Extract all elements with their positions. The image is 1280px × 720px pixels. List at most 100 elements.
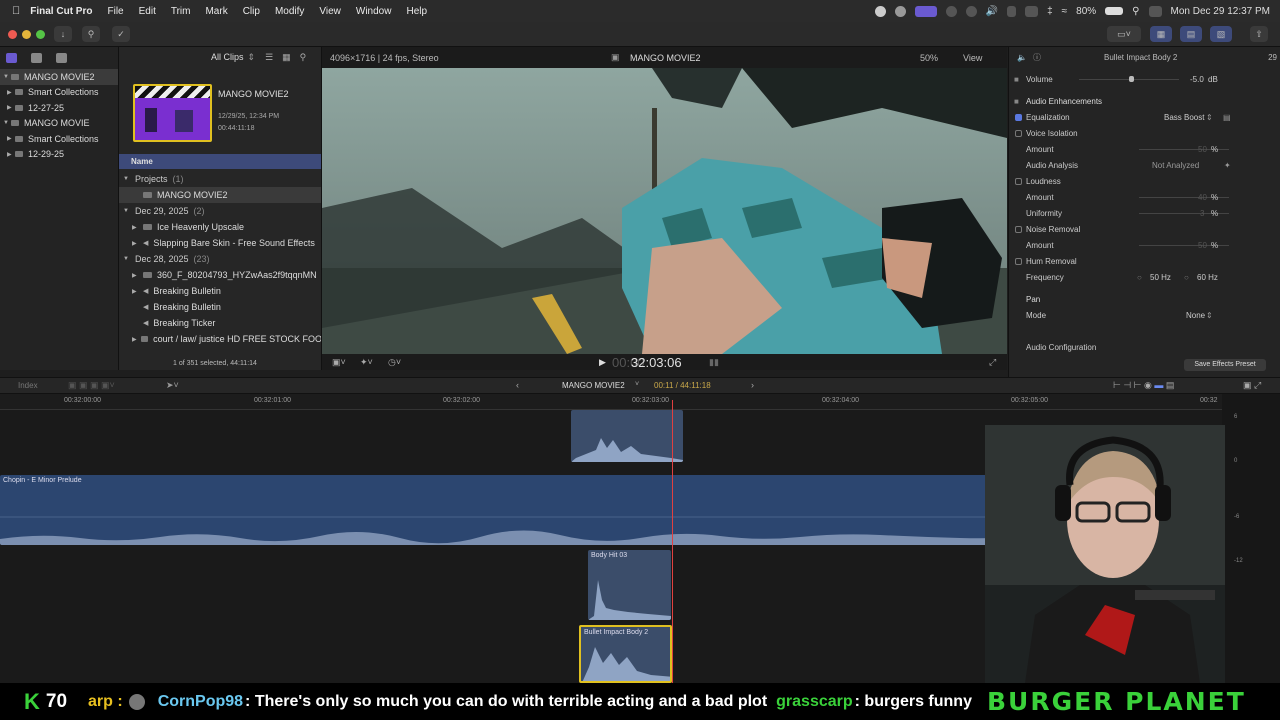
menu-file[interactable]: File [107, 6, 123, 17]
pan-row[interactable]: Pan [1009, 291, 1280, 307]
uniformity-value[interactable]: 3 [1200, 209, 1204, 218]
chevron-updown-icon[interactable]: ⇕ [1206, 113, 1213, 122]
browser-item-breaking-ticker[interactable]: ◀ Breaking Ticker [119, 315, 321, 331]
close-button[interactable] [8, 30, 17, 39]
titles-tab-icon[interactable] [56, 53, 67, 63]
disclosure-closed-icon[interactable]: ▶ [7, 135, 15, 142]
smart-collections-2[interactable]: ▶ Smart Collections [0, 131, 118, 147]
keywords-button[interactable]: ⚲ [82, 26, 100, 42]
chevron-updown-icon[interactable]: ⇕ [248, 52, 256, 63]
screen-share-icon[interactable] [914, 5, 937, 17]
browser-item-breaking-bulletin-2[interactable]: ◀ Breaking Bulletin [119, 299, 321, 315]
audio-clip-body-hit[interactable]: Body Hit 03 [588, 550, 671, 620]
speed-icon[interactable]: ◷˅ [388, 357, 401, 368]
layout-browser-button[interactable]: ▦ [1150, 26, 1172, 42]
import-button[interactable]: ↓ [54, 26, 72, 42]
group-projects[interactable]: ▼ Projects (1) [119, 171, 321, 187]
group-dec-29[interactable]: ▼ Dec 29, 2025 (2) [119, 203, 321, 219]
disclosure-closed-icon[interactable]: ▶ [132, 288, 140, 295]
layout-inspector-button[interactable]: ▧ [1210, 26, 1232, 42]
search-icon[interactable]: ⚲ [1132, 6, 1139, 17]
battery-icon[interactable] [1105, 7, 1124, 15]
disclosure-closed-icon[interactable]: ▶ [132, 336, 138, 343]
radio-icon[interactable]: ○ [1184, 273, 1189, 282]
grid-icon[interactable] [945, 5, 957, 17]
voice-isolation-checkbox[interactable] [1015, 129, 1022, 137]
share-menu-button[interactable]: ▭˅ [1107, 26, 1141, 42]
background-tasks-button[interactable]: ✓ [112, 26, 130, 42]
play-icon[interactable] [965, 5, 977, 17]
amount-value[interactable]: 50 [1198, 241, 1207, 250]
enhance-icon[interactable]: ✦˅ [360, 357, 373, 368]
menu-view[interactable]: View [319, 6, 341, 17]
library-mango-movie[interactable]: ▼ MANGO MOVIE [0, 116, 118, 132]
bluetooth-icon[interactable]: ‡ [1047, 6, 1053, 17]
disclosure-open-icon[interactable]: ▼ [123, 256, 131, 262]
audio-enhancements-header[interactable]: ■ Audio Enhancements [1009, 93, 1280, 109]
creative-cloud-icon[interactable] [894, 5, 906, 17]
playhead[interactable] [672, 400, 673, 683]
timeline-tools-icon[interactable]: ⊢ ⊣ ⊢ ◉ ▬ ▤ [1113, 380, 1174, 391]
filmstrip-view-icon[interactable]: ▦ [282, 52, 291, 63]
browser-item-breaking-bulletin-1[interactable]: ▶ ◀ Breaking Bulletin [119, 283, 321, 299]
search-icon[interactable]: ⚲ [300, 52, 307, 63]
menu-trim[interactable]: Trim [171, 6, 191, 17]
disclosure-closed-icon[interactable]: ▶ [7, 104, 15, 111]
chevron-updown-icon[interactable]: ⇕ [1206, 311, 1213, 320]
library-mango-movie2[interactable]: ▼ MANGO MOVIE2 [0, 69, 118, 85]
edit-buttons-icon[interactable]: ▣ ▣ ▣ ▣˅ [68, 380, 115, 391]
disclosure-closed-icon[interactable]: ▶ [132, 240, 140, 247]
browser-item-mango-movie2[interactable]: MANGO MOVIE2 [119, 187, 321, 203]
radio-icon[interactable]: ○ [1137, 273, 1142, 282]
volume-slider[interactable] [1079, 76, 1179, 82]
control-center-icon[interactable] [1148, 5, 1162, 17]
volume-value[interactable]: -5.0 [1190, 75, 1204, 84]
frequency-50hz[interactable]: 50 Hz [1150, 273, 1171, 282]
transform-icon[interactable]: ▣˅ [332, 357, 346, 368]
apple-icon[interactable]:  [12, 5, 20, 17]
smart-collections-1[interactable]: ▶ Smart Collections [0, 85, 118, 101]
disclosure-open-icon[interactable]: ▼ [123, 176, 131, 182]
effects-browser-icon[interactable]: ▣ ⤢ [1243, 380, 1261, 391]
browser-item-360f[interactable]: ▶ 360_F_80204793_HYZwAas2f9tqqnMN [119, 267, 321, 283]
zoom-button[interactable] [36, 30, 45, 39]
disclosure-closed-icon[interactable]: ▶ [7, 89, 15, 96]
menu-mark[interactable]: Mark [205, 6, 227, 17]
timeline-project-title[interactable]: MANGO MOVIE2 [562, 381, 625, 390]
minimize-button[interactable] [22, 30, 31, 39]
chevron-down-icon[interactable]: ˅ [635, 381, 639, 388]
pan-mode-popup[interactable]: None [1186, 311, 1205, 320]
zoom-popup[interactable]: 50% [920, 53, 938, 63]
name-column-header[interactable]: Name [119, 154, 321, 169]
play-button[interactable]: ▶ [599, 357, 606, 368]
back-icon[interactable]: ‹ [516, 380, 519, 390]
audio-tab-icon[interactable]: 🔈 [1017, 53, 1027, 62]
video-frame[interactable] [322, 68, 1007, 354]
loudness-checkbox[interactable] [1015, 177, 1022, 185]
browser-item-court[interactable]: ▶ court / law/ justice HD FREE STOCK FOO [119, 331, 321, 347]
select-tool-icon[interactable]: ➤˅ [166, 380, 179, 391]
project-thumbnail[interactable] [133, 84, 212, 142]
frequency-60hz[interactable]: 60 Hz [1197, 273, 1218, 282]
display-icon[interactable] [1025, 5, 1039, 17]
eq-graph-icon[interactable]: ▤ [1223, 113, 1231, 122]
equalization-checkbox[interactable] [1015, 113, 1022, 121]
amount-value[interactable]: 40 [1198, 193, 1207, 202]
timecode-display[interactable]: 32:03:06 [631, 355, 682, 370]
menu-modify[interactable]: Modify [275, 6, 304, 17]
event-12-29-25[interactable]: ▶ 12-29-25 [0, 147, 118, 163]
event-12-27-25[interactable]: ▶ 12-27-25 [0, 100, 118, 116]
menu-clip[interactable]: Clip [243, 6, 260, 17]
amount-value[interactable]: 50 [1198, 145, 1207, 154]
hourglass-icon[interactable] [1007, 5, 1017, 17]
disclosure-open-icon[interactable]: ▼ [123, 208, 131, 214]
save-effects-preset-button[interactable]: Save Effects Preset [1184, 359, 1266, 371]
volume-icon[interactable]: 🔊 [986, 6, 998, 17]
disclosure-open-icon[interactable]: ▼ [3, 74, 11, 80]
disclosure-open-icon[interactable]: ▼ [3, 120, 11, 126]
photos-tab-icon[interactable] [31, 53, 42, 63]
wifi-icon[interactable]: ≈ [1062, 6, 1068, 17]
clock[interactable]: Mon Dec 29 12:37 PM [1171, 6, 1271, 17]
audio-clip-top[interactable] [571, 410, 683, 462]
eq-preset-popup[interactable]: Bass Boost [1164, 113, 1204, 122]
